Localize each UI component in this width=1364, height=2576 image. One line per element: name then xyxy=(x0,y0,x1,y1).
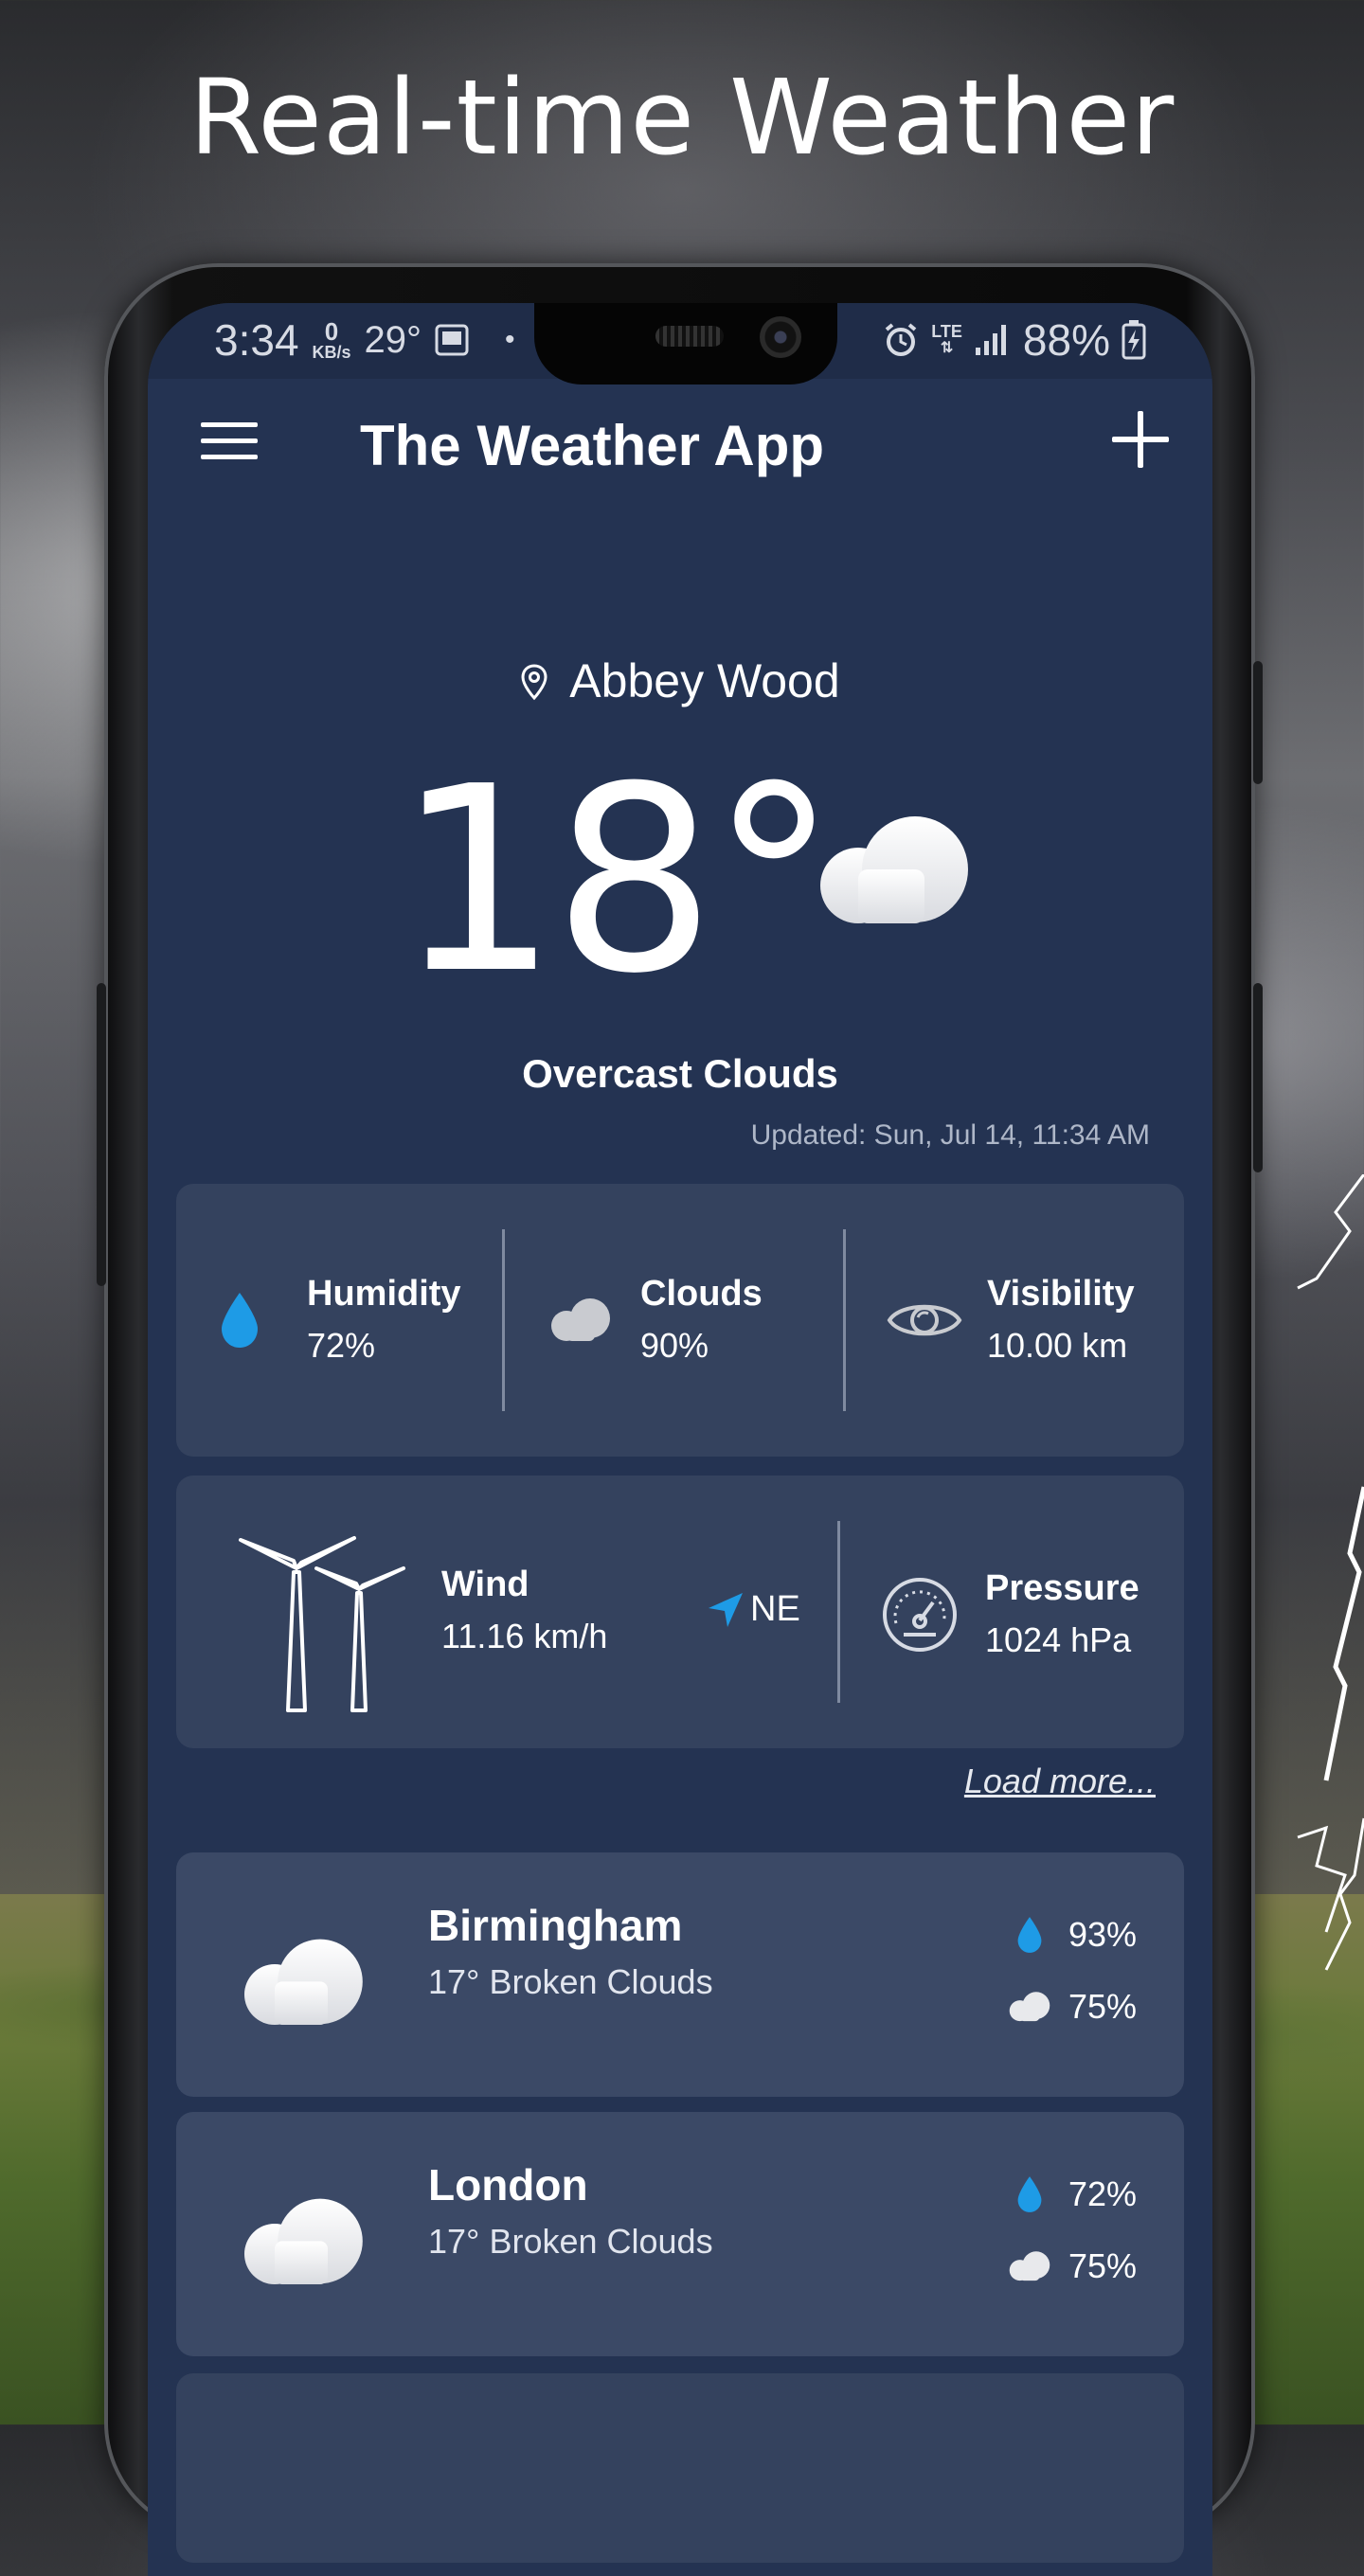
wind-direction: NE xyxy=(707,1589,800,1630)
gauge-icon xyxy=(883,1577,957,1652)
network-label: LTE xyxy=(931,322,962,341)
cloud-icon xyxy=(244,2198,363,2284)
data-rate-unit: KB/s xyxy=(312,343,351,362)
city-card-birmingham[interactable]: Birmingham 17° Broken Clouds 93% 75% xyxy=(176,1852,1184,2097)
app-title: The Weather App xyxy=(360,414,825,477)
location-pin-icon xyxy=(520,657,548,712)
current-temperature: 18° xyxy=(396,731,838,1029)
volume-button xyxy=(97,983,106,1286)
pressure-value: 1024 hPa xyxy=(985,1620,1132,1659)
city-humidity: 72% xyxy=(1006,2174,1137,2214)
city-humidity-value: 72% xyxy=(1068,2174,1138,2213)
front-camera xyxy=(760,316,801,358)
water-drop-icon xyxy=(1017,2176,1042,2212)
phone-screen: 3:34 0 KB/s 29° • LTE ⇅ 88% The Weather … xyxy=(148,303,1212,2576)
power-button xyxy=(1253,661,1263,784)
visibility-label: Visibility xyxy=(987,1274,1135,1314)
earpiece-speaker xyxy=(655,326,724,347)
pressure-label: Pressure xyxy=(985,1568,1140,1608)
humidity-cell: Humidity 72% xyxy=(218,1274,461,1366)
status-temperature: 29° xyxy=(364,318,422,361)
camera-notch xyxy=(534,303,837,385)
current-location: Abbey Wood xyxy=(148,653,1212,712)
weather-details-card: Humidity 72% Clouds 90% Visibility 10.00… xyxy=(176,1184,1184,1457)
wind-label: Wind xyxy=(441,1565,529,1604)
app-bar: The Weather App xyxy=(148,379,1212,521)
city-clouds: 75% xyxy=(1006,2246,1137,2286)
location-name: Abbey Wood xyxy=(569,654,840,707)
city-card-london[interactable]: London 17° Broken Clouds 72% 75% xyxy=(176,2112,1184,2356)
cloud-icon xyxy=(1009,2251,1050,2281)
alarm-icon xyxy=(885,323,917,356)
data-rate-indicator: 0 KB/s xyxy=(313,319,351,361)
eye-icon xyxy=(887,1304,962,1335)
humidity-label: Humidity xyxy=(307,1274,461,1314)
sd-card-icon xyxy=(435,324,469,356)
pressure-cell: Pressure 1024 hPa xyxy=(881,1568,1140,1660)
humidity-value: 72% xyxy=(307,1326,376,1365)
updated-timestamp: Updated: Sun, Jul 14, 11:34 AM xyxy=(750,1119,1150,1151)
cloud-icon xyxy=(1009,1992,1050,2022)
visibility-cell: Visibility 10.00 km xyxy=(887,1274,1135,1366)
city-humidity: 93% xyxy=(1006,1915,1137,1955)
city-card-partial[interactable] xyxy=(176,2373,1184,2563)
wind-turbine-icon xyxy=(239,1536,405,1712)
network-type: LTE ⇅ xyxy=(931,323,962,357)
cloud-icon xyxy=(244,1939,363,2025)
battery-icon xyxy=(1122,320,1146,360)
city-description: 17° Broken Clouds xyxy=(428,2222,713,2261)
city-clouds: 75% xyxy=(1006,1987,1137,2027)
promo-headline: Real-time Weather xyxy=(188,57,1176,178)
navigation-arrow-icon xyxy=(709,1592,743,1627)
city-clouds-value: 75% xyxy=(1068,2246,1138,2285)
divider xyxy=(843,1229,846,1411)
divider xyxy=(502,1229,505,1411)
side-button xyxy=(1253,983,1263,1172)
divider xyxy=(837,1521,840,1703)
data-rate-value: 0 xyxy=(324,317,339,346)
cloud-icon xyxy=(820,816,968,923)
wind-cell: Wind 11.16 km/h xyxy=(441,1565,607,1656)
clouds-cell: Clouds 90% xyxy=(547,1274,763,1366)
clouds-value: 90% xyxy=(640,1326,709,1365)
water-drop-icon xyxy=(1017,1917,1042,1953)
city-clouds-value: 75% xyxy=(1068,1987,1138,2026)
city-name: Birmingham xyxy=(428,1901,683,1950)
cloud-icon xyxy=(551,1297,610,1341)
lightning-bolt-right xyxy=(1297,1174,1364,1971)
status-time: 3:34 xyxy=(214,315,299,365)
menu-icon[interactable] xyxy=(201,422,258,464)
visibility-value: 10.00 km xyxy=(987,1326,1128,1365)
battery-percent: 88% xyxy=(1022,315,1110,365)
water-drop-icon xyxy=(222,1292,258,1348)
phone-frame: 3:34 0 KB/s 29° • LTE ⇅ 88% The Weather … xyxy=(97,263,1263,2576)
city-name: London xyxy=(428,2160,588,2209)
city-description: 17° Broken Clouds xyxy=(428,1962,713,2001)
city-humidity-value: 93% xyxy=(1068,1915,1138,1954)
dot-indicator: • xyxy=(505,324,515,355)
signal-icon xyxy=(975,325,1006,355)
add-icon[interactable] xyxy=(1112,411,1169,468)
weather-condition: Overcast Clouds xyxy=(522,1051,838,1096)
load-more-link[interactable]: Load more... xyxy=(964,1762,1156,1801)
wind-pressure-card: Wind 11.16 km/h NE Pressure 1024 hPa xyxy=(176,1476,1184,1748)
wind-direction-label: NE xyxy=(750,1589,800,1629)
clouds-label: Clouds xyxy=(640,1274,763,1314)
data-arrows-icon: ⇅ xyxy=(940,340,954,356)
wind-value: 11.16 km/h xyxy=(441,1617,608,1655)
